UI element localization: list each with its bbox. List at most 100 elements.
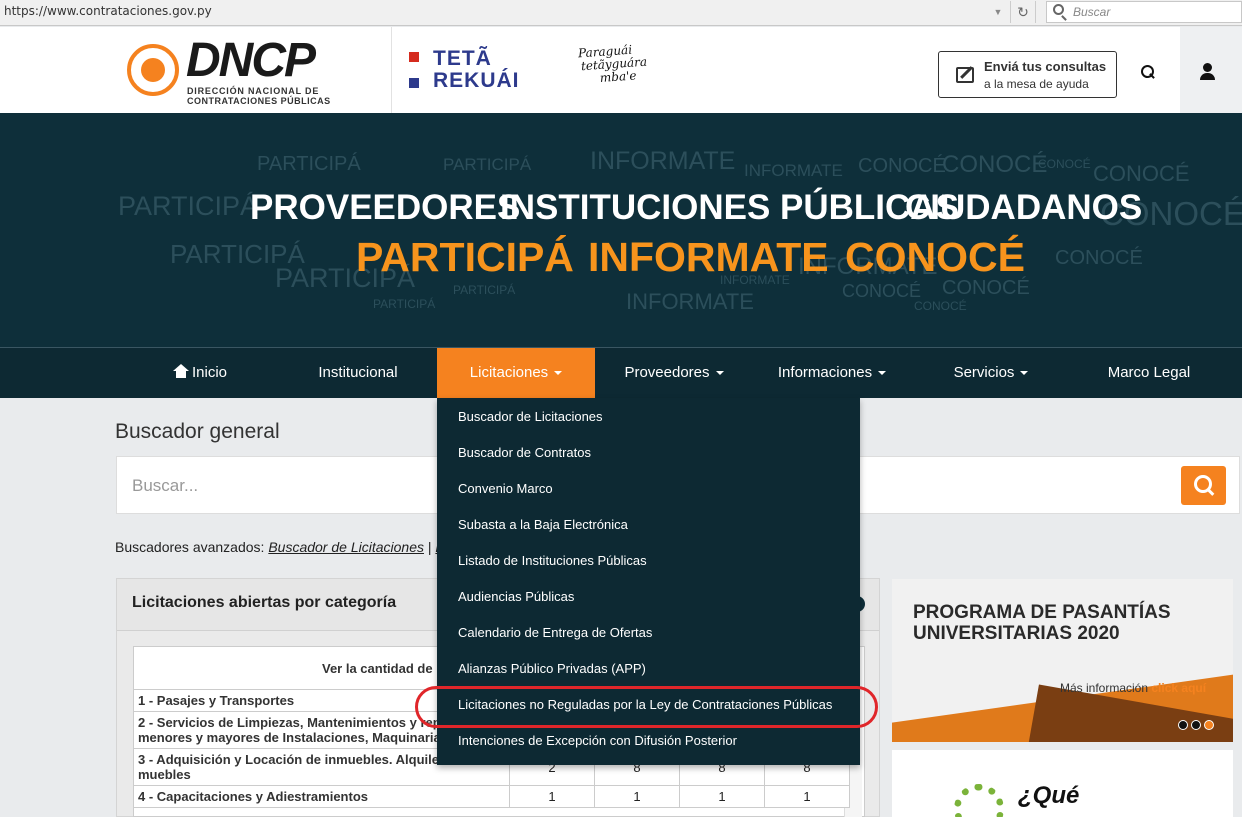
help-desk-button[interactable]: Enviá tus consultas a la mesa de ayuda (938, 51, 1117, 98)
bg-word: CONOCÉ (1055, 247, 1143, 269)
edit-icon (956, 67, 974, 83)
bg-word: PARTICIPÁ (443, 155, 532, 174)
flag-red-mark (409, 52, 419, 62)
nav-proveedores-label: Proveedores (624, 364, 710, 381)
menu-item-instituciones[interactable]: Listado de Instituciones Públicas (458, 553, 647, 568)
nav-licitaciones-label: Licitaciones (469, 364, 549, 381)
bg-word: PARTICIPÁ (373, 297, 436, 311)
nav-inicio[interactable]: Inicio (162, 348, 238, 398)
search-placeholder: Buscar... (132, 476, 199, 495)
more-info-label: Más información (1060, 681, 1149, 695)
gov-logo-line2: REKUÁI (433, 69, 520, 92)
main-nav: Inicio Institucional Licitaciones Provee… (0, 347, 1242, 398)
count-cell: 1 (764, 785, 850, 808)
link-buscador-licitaciones[interactable]: Buscador de Licitaciones (268, 539, 424, 555)
banner-instituciones: INSTITUCIONES PÚBLICAS (500, 188, 959, 227)
count-cell: 1 (594, 785, 680, 808)
logo-subtitle-2: CONTRATACIONES PÚBLICAS (187, 96, 331, 106)
internship-title-line1: PROGRAMA DE PASANTÍAS (913, 602, 1171, 623)
menu-item-buscador-licitaciones[interactable]: Buscador de Licitaciones (458, 409, 603, 424)
table-row[interactable]: 4 - Capacitaciones y Adiestramientos 1 1… (133, 785, 850, 808)
hero-banner: PARTICIPÁ PARTICIPÁ PARTICIPÁ PARTICIPÁ … (0, 113, 1242, 347)
internship-title: PROGRAMA DE PASANTÍAS UNIVERSITARIAS 202… (913, 602, 1171, 644)
bg-word: CONOCÉ (842, 281, 922, 301)
advanced-search-label: Buscadores avanzados: (115, 539, 265, 555)
nav-inicio-label: Inicio (191, 364, 228, 381)
user-icon-head (1203, 63, 1212, 72)
banner-participa: PARTICIPÁ (356, 234, 574, 280)
browser-search-input[interactable]: Buscar (1046, 1, 1242, 23)
nav-licitaciones[interactable]: Licitaciones (437, 348, 595, 398)
bg-word: CONOCÉ (1038, 157, 1091, 171)
menu-item-audiencias[interactable]: Audiencias Públicas (458, 589, 574, 604)
carousel-dot[interactable] (1178, 720, 1188, 730)
panel-title: Licitaciones abiertas por categoría (132, 594, 397, 611)
menu-item-subasta[interactable]: Subasta a la Baja Electrónica (458, 517, 628, 532)
site-header: DNCP DIRECCIÓN NACIONAL DE CONTRATACIONE… (0, 27, 1242, 113)
header-divider (391, 27, 392, 113)
logo-subtitle-1: DIRECCIÓN NACIONAL DE (187, 86, 320, 96)
menu-item-intenciones[interactable]: Intenciones de Excepción con Difusión Po… (458, 733, 737, 748)
search-icon[interactable] (1138, 62, 1158, 82)
count-cell: 1 (509, 785, 595, 808)
address-dropdown-icon[interactable]: ▼ (990, 2, 1006, 22)
slogan-logo: Paraguái tetãyguára mba'e (578, 43, 649, 87)
search-button[interactable] (1181, 466, 1226, 505)
nav-proveedores[interactable]: Proveedores (617, 348, 731, 398)
nav-servicios-label: Servicios (953, 364, 1015, 381)
bg-word: CONOCÉ (1093, 161, 1190, 186)
browser-toolbar: https://www.contrataciones.gov.py ▼ ↻ Bu… (0, 0, 1242, 26)
user-button[interactable] (1180, 27, 1242, 113)
category-cell: 4 - Capacitaciones y Adiestramientos (133, 785, 510, 808)
bg-word: CONOCÉ (858, 155, 946, 177)
caret-down-icon (878, 371, 887, 376)
caret-down-icon (554, 371, 563, 376)
menu-item-calendario[interactable]: Calendario de Entrega de Ofertas (458, 625, 652, 640)
banner-informate: INFORMATE (588, 234, 829, 280)
address-bar[interactable]: https://www.contrataciones.gov.py (4, 4, 212, 18)
banner-conoce: CONOCÉ (845, 234, 1025, 280)
highlight-annotation (415, 686, 878, 728)
bg-word: INFORMATE (744, 161, 843, 180)
help-button-line2: a la mesa de ayuda (984, 77, 1089, 91)
help-button-line1: Enviá tus consultas (984, 59, 1107, 74)
link-separator: | (427, 539, 432, 555)
advanced-search-links: Buscadores avanzados: Buscador de Licita… (115, 539, 453, 555)
bg-word: CONOCÉ (914, 299, 967, 313)
carousel-dot-active[interactable] (1204, 720, 1214, 730)
bg-word: INFORMATE (590, 147, 736, 175)
click-here-link[interactable]: click aquí (1151, 681, 1206, 695)
secondary-banner-text: ¿Qué (1018, 782, 1080, 809)
bg-word: CONOCÉ (942, 151, 1048, 178)
browser-search-placeholder: Buscar (1073, 5, 1111, 19)
caret-down-icon (1020, 371, 1029, 376)
flag-blue-mark (409, 78, 419, 88)
menu-item-app[interactable]: Alianzas Público Privadas (APP) (458, 661, 646, 676)
bg-word: PARTICIPÁ (257, 153, 361, 175)
carousel-dots (1178, 717, 1217, 735)
menu-item-buscador-contratos[interactable]: Buscador de Contratos (458, 445, 591, 460)
page-title: Buscador general (115, 420, 280, 443)
user-icon (1200, 73, 1215, 80)
nav-marco-legal-label: Marco Legal (1107, 364, 1191, 381)
internship-banner[interactable]: PROGRAMA DE PASANTÍAS UNIVERSITARIAS 202… (892, 579, 1233, 742)
nav-servicios[interactable]: Servicios (944, 348, 1038, 398)
nav-institucional-label: Institucional (318, 364, 398, 381)
nav-informaciones[interactable]: Informaciones (768, 348, 896, 398)
dncp-logo[interactable]: DNCP (186, 37, 316, 85)
nav-institucional[interactable]: Institucional (305, 348, 411, 398)
gear-icon (954, 784, 1004, 817)
nav-marco-legal[interactable]: Marco Legal (1100, 348, 1198, 398)
banner-proveedores: PROVEEDORES (250, 188, 521, 227)
reload-icon[interactable]: ↻ (1010, 1, 1036, 23)
bg-word: PARTICIPÁ (118, 191, 259, 221)
dncp-lion-logo-icon[interactable] (127, 44, 179, 96)
search-icon (1053, 4, 1064, 15)
secondary-banner[interactable]: ¿Qué (892, 750, 1233, 817)
carousel-dot[interactable] (1191, 720, 1201, 730)
home-icon (172, 364, 189, 378)
caret-down-icon (715, 371, 724, 376)
count-cell: 1 (679, 785, 765, 808)
menu-item-convenio-marco[interactable]: Convenio Marco (458, 481, 553, 496)
banner-ciudadanos: CIUDADANOS (905, 188, 1143, 227)
